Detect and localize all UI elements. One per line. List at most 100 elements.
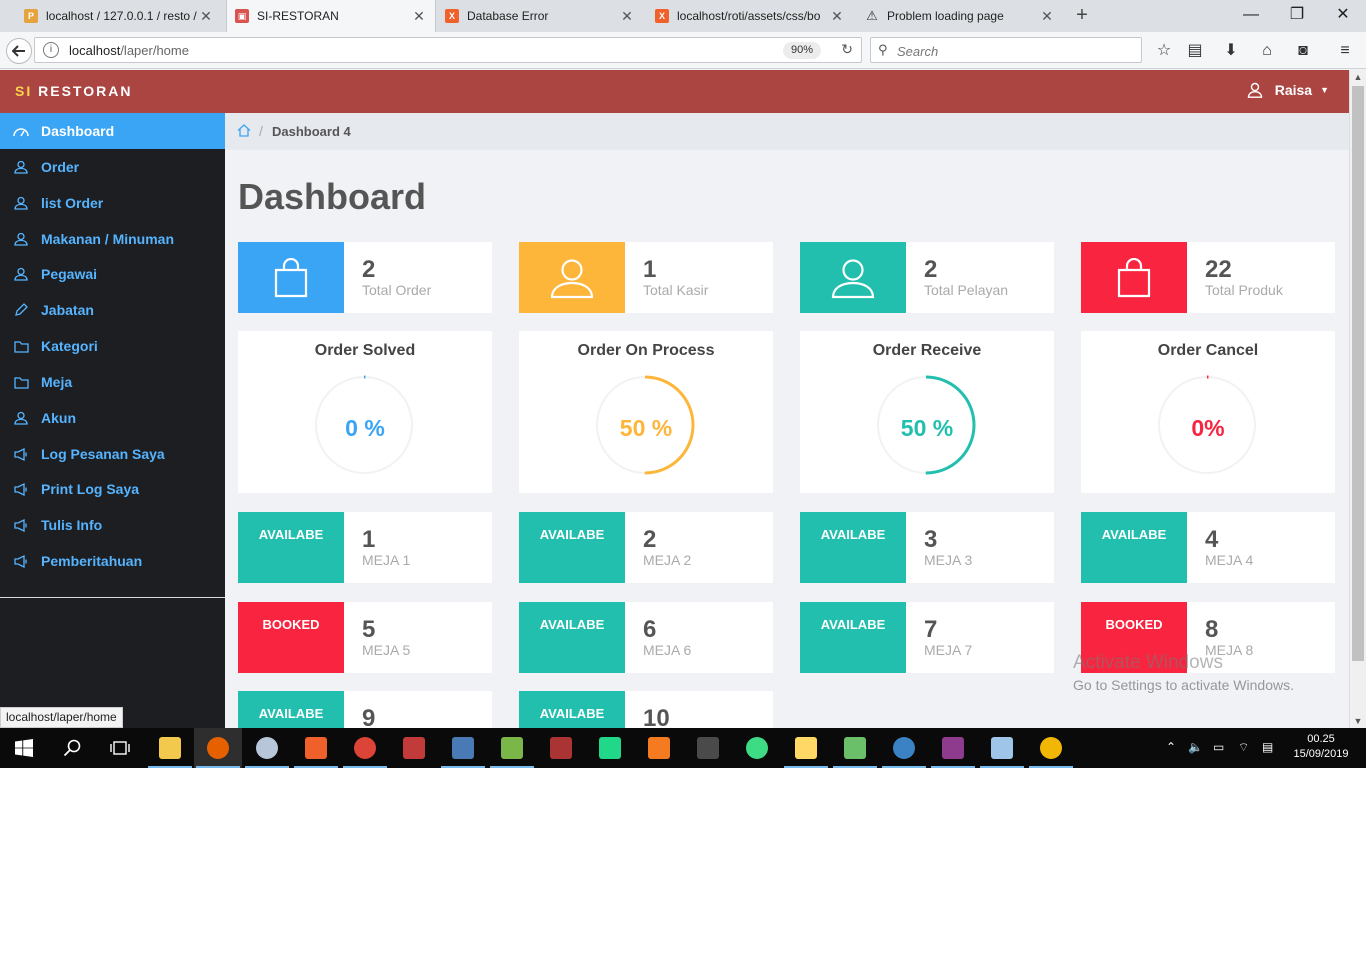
taskbar-app[interactable] <box>978 728 1026 768</box>
download-icon[interactable]: ⬇ <box>1220 41 1242 61</box>
taskbar-app[interactable] <box>439 728 487 768</box>
taskbar-firefox[interactable] <box>194 728 242 768</box>
table-card-meja-7[interactable]: AVAILABE 7 MEJA 7 <box>800 602 1054 673</box>
minimize-button[interactable]: — <box>1228 0 1274 32</box>
wifi-icon[interactable]: ⌔ <box>1238 740 1249 755</box>
user-menu[interactable]: Raisa ▼ <box>1247 82 1329 98</box>
taskbar-xampp[interactable] <box>292 728 340 768</box>
table-card-meja-1[interactable]: AVAILABE 1 MEJA 1 <box>238 512 492 583</box>
table-name: MEJA 7 <box>924 642 973 658</box>
table-number: 3 <box>924 526 938 553</box>
sidebar-item-order[interactable]: Order <box>0 149 225 185</box>
sidebar-item-tulis-info[interactable]: Tulis Info <box>0 507 225 543</box>
taskbar-app[interactable] <box>537 728 585 768</box>
table-status-badge: AVAILABE <box>800 602 906 673</box>
page-scrollbar[interactable]: ▲ ▼ <box>1349 70 1366 728</box>
taskbar-android-studio[interactable] <box>733 728 781 768</box>
sidebar-item-meja[interactable]: Meja <box>0 364 225 400</box>
menu-icon[interactable]: ≡ <box>1334 41 1356 61</box>
table-card-meja-3[interactable]: AVAILABE 3 MEJA 3 <box>800 512 1054 583</box>
android-studio-icon <box>746 737 768 759</box>
battery-icon[interactable]: ▭ <box>1213 740 1224 754</box>
scrollbar-thumb[interactable] <box>1352 86 1364 661</box>
taskbar-app[interactable] <box>390 728 438 768</box>
sidebar-item-makanan-minuman[interactable]: Makanan / Minuman <box>0 221 225 257</box>
zoom-level[interactable]: 90% <box>782 42 821 59</box>
taskbar-chrome[interactable] <box>341 728 389 768</box>
close-window-button[interactable]: ✕ <box>1320 0 1366 32</box>
table-card-meja-5[interactable]: BOOKED 5 MEJA 5 <box>238 602 492 673</box>
show-hidden-icons[interactable]: ⌃ <box>1166 740 1176 754</box>
scroll-up-icon[interactable]: ▲ <box>1350 70 1366 84</box>
back-button[interactable] <box>6 38 32 64</box>
table-name: MEJA 4 <box>1205 552 1254 568</box>
start-button[interactable] <box>0 728 48 768</box>
taskbar-app[interactable] <box>880 728 928 768</box>
taskbar-sublime[interactable] <box>684 728 732 768</box>
taskbar-pycharm[interactable] <box>586 728 634 768</box>
tab-si-restoran[interactable]: ▣ SI-RESTORAN ✕ <box>226 0 436 32</box>
sidebar-item-pegawai[interactable]: Pegawai <box>0 256 225 292</box>
stat-card-total-order[interactable]: 2 Total Order <box>238 242 492 313</box>
taskbar-app[interactable] <box>1027 728 1075 768</box>
close-tab-icon[interactable]: ✕ <box>619 8 635 25</box>
sidebar-item-list-order[interactable]: list Order <box>0 185 225 221</box>
tab-database-error[interactable]: X Database Error ✕ <box>437 0 643 32</box>
search-bar[interactable]: ⚲ Search <box>870 37 1142 63</box>
table-status-badge: AVAILABE <box>238 512 344 583</box>
sidebar-item-print-log[interactable]: Print Log Saya <box>0 471 225 507</box>
taskbar-app[interactable] <box>635 728 683 768</box>
sidebar-item-pemberitahuan[interactable]: Pemberitahuan <box>0 543 225 579</box>
taskbar-paint[interactable] <box>243 728 291 768</box>
pocket-icon[interactable]: ◙ <box>1292 41 1314 61</box>
table-card-meja-4[interactable]: AVAILABE 4 MEJA 4 <box>1081 512 1335 583</box>
search-button[interactable] <box>48 728 96 768</box>
activation-watermark-text: Go to Settings to activate Windows. <box>1073 677 1294 693</box>
table-card-meja-2[interactable]: AVAILABE 2 MEJA 2 <box>519 512 773 583</box>
url-bar[interactable]: i localhost/laper/home 90% ↻ <box>34 37 862 63</box>
sidebar-item-log-pesanan[interactable]: Log Pesanan Saya <box>0 436 225 472</box>
task-view-button[interactable] <box>96 728 144 768</box>
close-tab-icon[interactable]: ✕ <box>198 8 214 25</box>
table-number: 7 <box>924 616 938 643</box>
sidebar-item-kategori[interactable]: Kategori <box>0 328 225 364</box>
info-icon[interactable]: i <box>43 42 59 58</box>
sidebar-item-jabatan[interactable]: Jabatan <box>0 292 225 328</box>
stat-card-total-pelayan[interactable]: 2 Total Pelayan <box>800 242 1054 313</box>
taskbar-file-explorer[interactable] <box>146 728 194 768</box>
taskbar-app[interactable] <box>831 728 879 768</box>
reload-icon[interactable]: ↻ <box>841 41 853 58</box>
restore-button[interactable]: ❐ <box>1274 0 1320 32</box>
new-tab-button[interactable]: + <box>1070 4 1094 28</box>
close-tab-icon[interactable]: ✕ <box>411 8 427 25</box>
stat-card-total-kasir[interactable]: 1 Total Kasir <box>519 242 773 313</box>
arrow-left-icon <box>12 45 25 57</box>
home-icon[interactable] <box>237 124 251 142</box>
breadcrumb-current: Dashboard 4 <box>272 124 351 139</box>
stat-card-total-produk[interactable]: 22 Total Produk <box>1081 242 1335 313</box>
brand-logo[interactable]: SI RESTORAN <box>15 83 132 99</box>
taskbar-app[interactable] <box>488 728 536 768</box>
notifications-icon[interactable]: ▤ <box>1262 740 1273 754</box>
taskbar-clock[interactable]: 00.25 15/09/2019 <box>1286 732 1356 762</box>
tab-problem-loading[interactable]: ⚠ Problem loading page ✕ <box>857 0 1063 32</box>
pycharm-icon <box>599 737 621 759</box>
taskbar-app[interactable] <box>929 728 977 768</box>
table-card-meja-6[interactable]: AVAILABE 6 MEJA 6 <box>519 602 773 673</box>
taskbar-folder[interactable] <box>782 728 830 768</box>
table-number: 5 <box>362 616 376 643</box>
home-icon[interactable]: ⌂ <box>1256 41 1278 61</box>
sidebar-item-dashboard[interactable]: Dashboard <box>0 113 225 149</box>
scroll-down-icon[interactable]: ▼ <box>1350 714 1366 728</box>
bookmark-star-icon[interactable]: ☆ <box>1153 41 1175 61</box>
browser-tab-strip: P localhost / 127.0.0.1 / resto / ✕ ▣ SI… <box>0 0 1366 32</box>
user-icon <box>1247 82 1262 98</box>
sidebar-item-akun[interactable]: Akun <box>0 400 225 436</box>
volume-icon[interactable]: 🔈 <box>1188 740 1203 754</box>
app-icon <box>403 737 425 759</box>
close-tab-icon[interactable]: ✕ <box>829 8 845 25</box>
close-tab-icon[interactable]: ✕ <box>1039 8 1055 25</box>
reading-list-icon[interactable]: ▤ <box>1184 41 1206 61</box>
tab-css[interactable]: X localhost/roti/assets/css/bo ✕ <box>647 0 853 32</box>
tab-phpmyadmin[interactable]: P localhost / 127.0.0.1 / resto / ✕ <box>16 0 222 32</box>
